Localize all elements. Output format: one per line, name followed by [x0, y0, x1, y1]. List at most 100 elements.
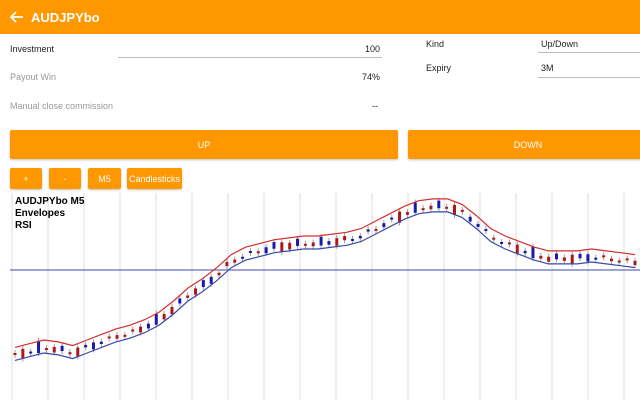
- candle: [460, 209, 464, 212]
- candle: [99, 341, 103, 344]
- candle: [405, 212, 409, 215]
- page-title: AUDJPYbo: [31, 9, 100, 25]
- candle: [123, 334, 127, 337]
- chart-canvas: [10, 193, 640, 400]
- candle: [507, 242, 511, 245]
- candle: [617, 260, 621, 263]
- candle: [44, 348, 48, 351]
- candle: [37, 340, 41, 354]
- candle: [350, 238, 354, 241]
- candle: [366, 229, 370, 232]
- candle: [421, 208, 425, 211]
- arrow-left-icon: [10, 11, 23, 23]
- legend-rsi: RSI: [15, 220, 32, 231]
- candle: [547, 256, 551, 262]
- candle: [146, 323, 150, 329]
- candle: [52, 346, 56, 353]
- candle: [303, 243, 307, 246]
- candle: [586, 254, 590, 262]
- candle: [358, 235, 362, 239]
- candle: [256, 251, 260, 254]
- candle: [562, 257, 566, 261]
- candle: [492, 237, 496, 240]
- candle: [476, 223, 480, 227]
- candle: [327, 241, 331, 245]
- candle: [296, 238, 300, 246]
- zoom-in-button[interactable]: +: [10, 168, 42, 189]
- candle: [429, 205, 433, 210]
- candle: [602, 255, 606, 258]
- timeframe-button[interactable]: M5: [88, 168, 121, 189]
- candle: [107, 336, 111, 339]
- candle: [437, 200, 441, 209]
- kind-select[interactable]: Up/Down: [541, 39, 578, 49]
- up-button[interactable]: UP: [10, 130, 398, 159]
- candle: [162, 313, 166, 320]
- candle: [233, 259, 237, 263]
- candle: [225, 262, 229, 267]
- expiry-label: Expiry: [426, 63, 452, 73]
- payout-label: Payout Win: [10, 72, 57, 82]
- payout-value: 74%: [361, 72, 380, 82]
- candle: [468, 216, 472, 222]
- candle: [390, 217, 394, 220]
- candle: [515, 244, 519, 254]
- candle: [280, 242, 284, 252]
- investment-underline: [118, 57, 382, 58]
- candle: [60, 345, 64, 352]
- legend-envelopes: Envelopes: [15, 208, 66, 219]
- candle: [484, 229, 488, 232]
- candle: [272, 242, 276, 249]
- candle: [413, 202, 417, 213]
- expiry-select[interactable]: 3M: [541, 63, 554, 73]
- candle: [131, 329, 135, 332]
- chart-type-button[interactable]: Candlesticks: [127, 168, 182, 189]
- expiry-underline: [538, 77, 640, 78]
- candle: [539, 255, 543, 259]
- legend-symbol: AUDJPYbo M5: [15, 196, 85, 207]
- zoom-out-button[interactable]: -: [49, 168, 81, 189]
- candle: [84, 344, 88, 348]
- candle: [68, 352, 72, 355]
- candle: [186, 295, 190, 298]
- candle: [343, 236, 347, 241]
- candle: [625, 258, 629, 261]
- candle: [248, 250, 252, 253]
- candle: [21, 348, 25, 359]
- candle: [209, 276, 213, 284]
- envelope-upper-line: [14, 198, 636, 348]
- candle: [531, 246, 535, 259]
- candle: [609, 258, 613, 262]
- candle: [578, 253, 582, 259]
- investment-label: Investment: [10, 44, 55, 54]
- candle: [91, 342, 95, 350]
- candle: [194, 288, 198, 295]
- candle: [594, 257, 598, 260]
- candle: [217, 272, 221, 276]
- candle: [445, 206, 449, 209]
- down-button[interactable]: DOWN: [408, 130, 640, 159]
- investment-field[interactable]: 100: [365, 44, 380, 54]
- candle: [154, 313, 158, 325]
- candle: [500, 242, 504, 245]
- back-button[interactable]: [0, 0, 34, 34]
- candle: [523, 250, 527, 254]
- candle: [374, 228, 378, 231]
- price-chart[interactable]: AUDJPYbo M5 Envelopes RSI: [0, 193, 640, 400]
- candle: [382, 223, 386, 228]
- candle: [201, 280, 205, 288]
- app-bar: AUDJPYbo: [0, 0, 640, 34]
- candle: [170, 306, 174, 315]
- candle: [319, 236, 323, 246]
- kind-label: Kind: [426, 39, 445, 49]
- candle: [178, 298, 182, 304]
- candle: [335, 238, 339, 246]
- candle: [633, 260, 637, 266]
- candle: [76, 347, 80, 357]
- candle: [241, 256, 245, 259]
- kind-underline: [538, 52, 640, 53]
- candle: [264, 247, 268, 254]
- candle: [115, 335, 119, 339]
- candle: [555, 253, 559, 260]
- candle: [452, 204, 456, 215]
